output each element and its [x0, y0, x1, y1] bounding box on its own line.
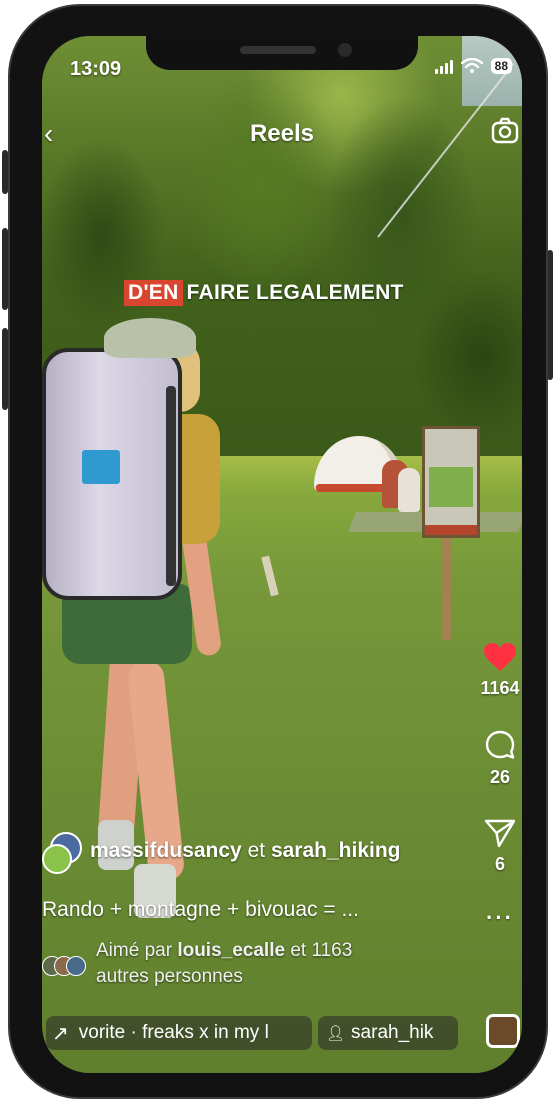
- post-description[interactable]: Rando + montagne + bivouac = ...: [42, 898, 359, 922]
- liked-by-user[interactable]: louis_ecalle: [177, 940, 285, 961]
- authors-separator: et: [241, 839, 271, 862]
- liked-by-avatars: [42, 956, 86, 978]
- share-count: 6: [494, 854, 505, 874]
- bottom-bar: ↗ vorite · freaks x in my l 👤︎ sarah_hik: [42, 1012, 522, 1056]
- phone-notch: [146, 36, 418, 70]
- comment-count: 26: [489, 767, 511, 787]
- notch-camera: [338, 43, 352, 57]
- notch-speaker: [240, 46, 316, 54]
- person-icon: 👤︎: [326, 1025, 346, 1042]
- audio-pill[interactable]: ↗ vorite · freaks x in my l: [46, 1016, 312, 1050]
- heart-icon[interactable]: [483, 642, 517, 672]
- battery-icon: 88: [490, 58, 512, 74]
- status-icons: 88: [434, 58, 512, 74]
- video-caption-text: FAIRE LEGALEMENT: [186, 281, 404, 304]
- video-camper: [398, 468, 420, 512]
- reel-actions: 1164 26 6 ···: [478, 642, 522, 931]
- comment-icon[interactable]: [484, 729, 516, 761]
- tagged-user-pill[interactable]: 👤︎ sarah_hik: [318, 1016, 458, 1050]
- post-authors[interactable]: massifdusancy et sarah_hiking: [42, 832, 401, 874]
- like-button[interactable]: 1164: [480, 642, 520, 699]
- share-button[interactable]: 6: [484, 818, 516, 875]
- video-sign-post: [441, 536, 451, 640]
- wifi-icon: [460, 58, 483, 73]
- comment-button[interactable]: 26: [484, 729, 516, 788]
- arrow-up-right-icon: ↗: [52, 1022, 69, 1045]
- liked-by[interactable]: Aimé par louis_ecalle et 1163 autres per…: [42, 938, 352, 990]
- video-caption: D'EN FAIRE LEGALEMENT: [124, 280, 408, 306]
- video-caption-highlight: D'EN: [124, 280, 183, 306]
- tagged-user-label: sarah_hik: [351, 1022, 434, 1043]
- avatar-sarah-hiking: [42, 844, 72, 874]
- author-name-2[interactable]: sarah_hiking: [271, 839, 401, 862]
- camera-icon[interactable]: [490, 116, 520, 146]
- video-sign-board: [422, 426, 480, 538]
- more-options-icon[interactable]: ···: [486, 905, 514, 931]
- cellular-signal-icon: [434, 58, 453, 74]
- like-count: 1164: [480, 678, 520, 698]
- page-title: Reels: [249, 120, 315, 147]
- video-backpack-strap: [166, 386, 176, 586]
- avatar[interactable]: [42, 832, 82, 874]
- send-icon[interactable]: [484, 818, 516, 848]
- audio-thumbnail[interactable]: [486, 1014, 520, 1048]
- authors-label: massifdusancy et sarah_hiking: [90, 839, 401, 863]
- liked-by-text: Aimé par louis_ecalle et 1163 autres per…: [96, 940, 353, 987]
- author-name-1[interactable]: massifdusancy: [90, 839, 242, 862]
- video-hiker-hat: [104, 318, 196, 358]
- video-backpack-tag: [82, 450, 120, 484]
- audio-track-label: vorite · freaks x in my l: [78, 1022, 269, 1043]
- status-time: 13:09: [70, 58, 122, 80]
- reel-screen[interactable]: 13:09 88 ‹ Reels D'EN FAIRE LEGALEMENT 1…: [42, 36, 522, 1073]
